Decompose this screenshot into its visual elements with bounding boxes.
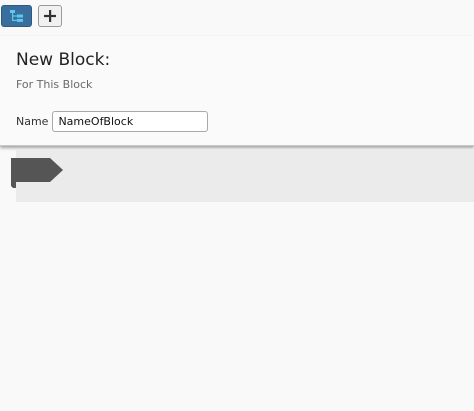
new-block-panel: New Block: For This Block Name [0, 36, 474, 146]
panel-title: New Block: [16, 50, 111, 70]
tree-view-button[interactable] [1, 5, 32, 27]
panel-subtitle: For This Block [16, 78, 93, 91]
block-name-input[interactable] [52, 110, 209, 132]
toolbar [0, 0, 474, 36]
block-canvas-area [16, 150, 474, 202]
block-editor-page: New Block: For This Block Name [0, 0, 474, 411]
plus-icon [44, 10, 56, 22]
add-button[interactable] [38, 5, 62, 27]
tree-structure-icon [9, 10, 23, 22]
name-row: Name [16, 110, 209, 132]
name-label: Name [16, 114, 49, 128]
block-shape[interactable] [10, 157, 66, 191]
